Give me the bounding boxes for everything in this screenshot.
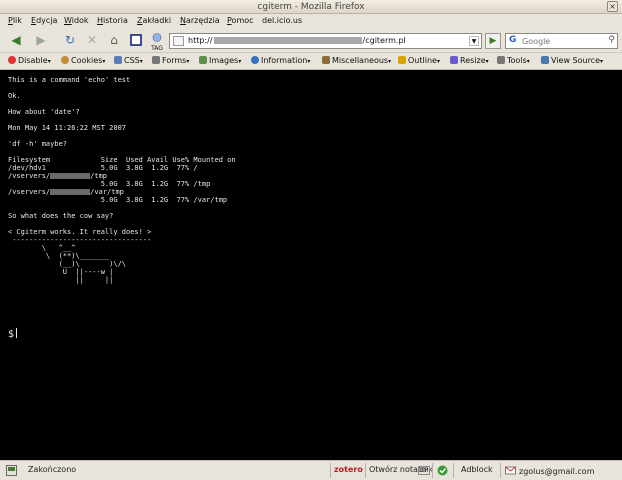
terminal-line: How about 'date'?: [8, 108, 80, 116]
url-history-dropdown-icon[interactable]: ▼: [469, 36, 479, 46]
terminal-line: Ok.: [8, 92, 21, 100]
menu-plik[interactable]: Plik: [8, 16, 22, 25]
devbar-forms[interactable]: Forms▾: [152, 56, 189, 65]
status-divider: [453, 463, 454, 478]
df-row: 5.0G 3.8G 1.2G 77% /var/tmp: [8, 196, 228, 204]
web-developer-toolbar: Disable▾ Cookies▾ CSS▾ Forms▾ Images▾ In…: [0, 53, 622, 70]
devbar-outline[interactable]: Outline▾: [398, 56, 440, 65]
terminal-line: Mon May 14 11:26:22 MST 2007: [8, 124, 127, 132]
tag-label: TAG: [151, 45, 163, 52]
status-divider: [365, 463, 366, 478]
outline-icon: [398, 56, 406, 64]
status-divider: [330, 463, 331, 478]
search-input[interactable]: [522, 35, 602, 47]
status-text: Zakończono: [28, 465, 77, 474]
devbar-miscellaneous[interactable]: Miscellaneous▾: [322, 56, 391, 65]
tag-button[interactable]: TAG: [148, 33, 166, 52]
shell-prompt[interactable]: $: [8, 328, 18, 340]
text-cursor: [16, 328, 18, 338]
navigation-toolbar: ◀ ▶ ↻ ✕ ⌂ TAG http:///cgiterm.pl ▼ ▶ G ⚲: [0, 29, 622, 53]
devbar-css[interactable]: CSS▾: [114, 56, 143, 65]
browser-window: cgiterm - Mozilla Firefox × Plik Edycja …: [0, 0, 622, 480]
miscellaneous-icon: [322, 56, 330, 64]
stop-icon[interactable]: ✕: [84, 33, 100, 48]
menu-edycja[interactable]: Edycja: [31, 16, 57, 25]
menu-narzedzia[interactable]: Narzędzia: [180, 16, 220, 25]
information-icon: [251, 56, 259, 64]
status-divider: [500, 463, 501, 478]
redacted-path: [50, 189, 91, 195]
back-arrow-icon[interactable]: ◀: [6, 33, 26, 48]
menu-zakladki[interactable]: Zakładki: [137, 16, 171, 25]
search-icon[interactable]: ⚲: [608, 35, 615, 45]
url-bar[interactable]: http:///cgiterm.pl ▼: [169, 33, 482, 49]
resize-icon: [450, 56, 458, 64]
status-divider: [432, 463, 433, 478]
bookmark-page-icon[interactable]: [128, 33, 144, 48]
devbar-tools[interactable]: Tools▾: [497, 56, 530, 65]
df-row: /vservers//tmp: [8, 172, 108, 180]
reload-icon[interactable]: ↻: [62, 33, 78, 48]
menu-bar: Plik Edycja Widok Historia Zakładki Narz…: [0, 14, 622, 29]
adblock-button[interactable]: Adblock: [461, 465, 493, 474]
search-box[interactable]: G ⚲: [505, 33, 618, 49]
gp-badge[interactable]: GP: [418, 466, 431, 475]
df-row: 5.0G 3.8G 1.2G 77% /tmp: [8, 180, 211, 188]
menu-delicious[interactable]: del.icio.us: [262, 16, 302, 25]
check-icon[interactable]: [437, 465, 448, 478]
go-button[interactable]: ▶: [485, 33, 501, 49]
url-text: http:///cgiterm.pl: [188, 36, 406, 45]
menu-historia[interactable]: Historia: [97, 16, 128, 25]
status-icon: [6, 465, 20, 476]
favicon-icon: [173, 36, 184, 46]
redacted-path: [50, 173, 91, 179]
cowsay-output: < Cgiterm works. It really does! > -----…: [8, 228, 152, 284]
menu-widok[interactable]: Widok: [64, 16, 89, 25]
terminal-line: So what does the cow say?: [8, 212, 114, 220]
terminal-line: This is a command 'echo' test: [8, 76, 131, 84]
devbar-information[interactable]: Information▾: [251, 56, 310, 65]
images-icon: [199, 56, 207, 64]
terminal-output: This is a command 'echo' test Ok. How ab…: [8, 76, 236, 284]
df-row: /vservers//var/tmp: [8, 188, 124, 196]
devbar-resize[interactable]: Resize▾: [450, 56, 489, 65]
devbar-images[interactable]: Images▾: [199, 56, 241, 65]
devbar-disable[interactable]: Disable▾: [8, 56, 51, 65]
disable-icon: [8, 56, 16, 64]
devbar-cookies[interactable]: Cookies▾: [61, 56, 105, 65]
terminal-line: 'df -h' maybe?: [8, 140, 68, 148]
window-title: cgiterm - Mozilla Firefox: [257, 2, 365, 12]
tools-icon: [497, 56, 505, 64]
close-window-button[interactable]: ×: [607, 1, 618, 12]
menu-pomoc[interactable]: Pomoc: [227, 16, 254, 25]
df-row: /dev/hdv1 5.0G 3.8G 1.2G 77% /: [8, 164, 198, 172]
page-content[interactable]: This is a command 'echo' test Ok. How ab…: [0, 70, 622, 460]
redacted-host: [213, 37, 362, 44]
status-bar: Zakończono zotero Otwórz notatnik GP Adb…: [0, 460, 622, 480]
forms-icon: [152, 56, 160, 64]
google-engine-icon[interactable]: G: [509, 35, 520, 47]
forward-arrow-icon[interactable]: ▶: [32, 33, 50, 48]
cookies-icon: [61, 56, 69, 64]
devbar-view-source[interactable]: View Source▾: [541, 56, 603, 65]
view-source-icon: [541, 56, 549, 64]
gmail-notifier[interactable]: zgolus@gmail.com: [505, 465, 594, 476]
home-icon[interactable]: ⌂: [106, 33, 122, 48]
zotero-button[interactable]: zotero: [334, 465, 363, 474]
title-bar: cgiterm - Mozilla Firefox ×: [0, 0, 622, 14]
css-icon: [114, 56, 122, 64]
gmail-address: zgolus@gmail.com: [519, 467, 595, 476]
df-header: Filesystem Size Used Avail Use% Mounted …: [8, 156, 236, 164]
